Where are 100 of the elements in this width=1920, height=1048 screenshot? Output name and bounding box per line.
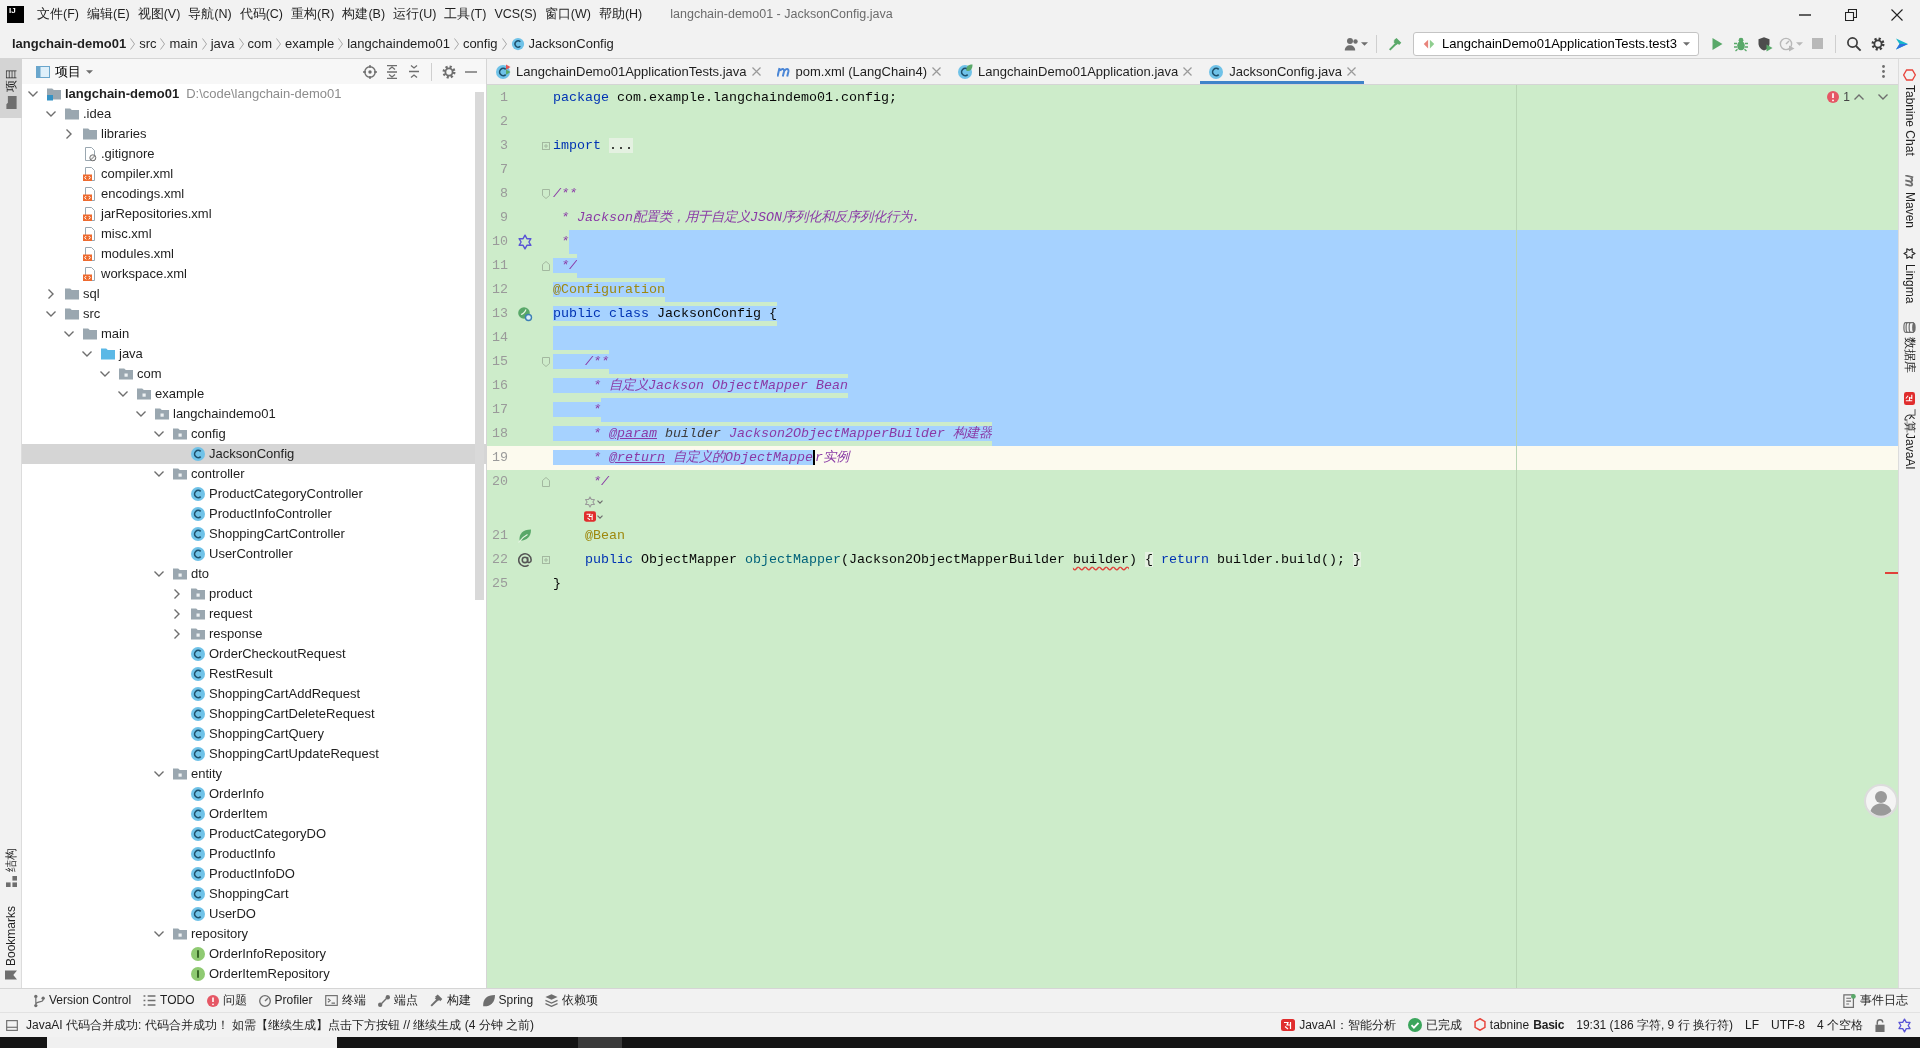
tree-item[interactable]: langchain-demo01 D:\code\langchain-demo01 [22, 84, 486, 104]
tree-item[interactable]: repository [22, 924, 486, 944]
tree-item[interactable]: ShoppingCartUpdateRequest [22, 744, 486, 764]
at-sign-icon[interactable] [518, 553, 532, 567]
status-item[interactable]: 19:31 (186 字符, 9 行 换行符) [1576, 1017, 1733, 1033]
tree-item[interactable]: OrderInfoRepository [22, 944, 486, 964]
tool-window-button[interactable]: TODO [137, 989, 201, 1012]
lock-icon[interactable] [1875, 1018, 1885, 1032]
menu-item[interactable]: 文件(F) [33, 3, 83, 26]
breadcrumb-item[interactable]: com [243, 35, 277, 52]
chevron-down-icon[interactable] [1878, 94, 1888, 101]
breadcrumb-item[interactable]: java [206, 35, 239, 52]
menu-item[interactable]: 导航(N) [184, 3, 236, 26]
tree-item[interactable]: jarRepositories.xml [22, 204, 486, 224]
tree-item[interactable]: ProductInfoController [22, 504, 486, 524]
menu-item[interactable]: VCS(S) [490, 3, 541, 26]
status-item[interactable]: 已完成 [1407, 1017, 1462, 1033]
tree-item[interactable]: ShoppingCartDeleteRequest [22, 704, 486, 724]
tree-item[interactable]: ShoppingCartAddRequest [22, 684, 486, 704]
tree-item[interactable]: .gitignore [22, 144, 486, 164]
breadcrumb-item[interactable]: src [135, 35, 161, 52]
tool-window-button[interactable]: Tabnine Chat [1899, 65, 1920, 160]
tree-item[interactable]: dto [22, 564, 486, 584]
editor-tab[interactable]: JacksonConfig.java [1200, 59, 1364, 84]
menu-item[interactable]: 代码(C) [235, 3, 288, 26]
tool-window-button[interactable]: Version Control [28, 989, 138, 1012]
tree-item[interactable]: config [22, 424, 486, 444]
tool-window-button[interactable]: Maven [1899, 171, 1920, 233]
menu-item[interactable]: 工具(T) [440, 3, 491, 26]
tool-window-button[interactable]: 依赖项 [539, 989, 605, 1012]
tool-window-button[interactable]: Lingma [1899, 243, 1920, 308]
avatar-icon[interactable] [1864, 784, 1898, 818]
tree-item[interactable]: .idea [22, 104, 486, 124]
tree-item[interactable]: src [22, 304, 486, 324]
tool-window-button[interactable]: 构建 [423, 989, 477, 1012]
tool-window-button[interactable]: Bookmarks [0, 901, 22, 984]
menu-item[interactable]: 视图(V) [133, 3, 185, 26]
tool-window-button[interactable]: 项目 [0, 59, 22, 118]
tree-item[interactable]: compiler.xml [22, 164, 486, 184]
run-config-dropdown[interactable]: LangchainDemo01ApplicationTests.test3 [1413, 31, 1699, 56]
tree-item[interactable]: sql [22, 284, 486, 304]
tree-item[interactable]: example [22, 384, 486, 404]
status-item[interactable]: JavaAI：智能分析 [1281, 1017, 1396, 1033]
tree-item[interactable]: RestResult [22, 664, 486, 684]
caret-down-icon[interactable] [597, 514, 603, 519]
editor-tab[interactable]: pom.xml (LangChain4) [768, 59, 950, 84]
logo-icon[interactable] [584, 511, 596, 522]
error-count[interactable]: 1 [1843, 90, 1850, 105]
tool-window-button[interactable]: Profiler [252, 989, 319, 1012]
tree-item[interactable]: workspace.xml [22, 264, 486, 284]
tool-window-button[interactable]: 结构 [0, 844, 22, 891]
tree-item[interactable]: ShoppingCartController [22, 524, 486, 544]
tree-item[interactable]: UserDO [22, 904, 486, 924]
menu-item[interactable]: 重构(R) [287, 3, 339, 26]
status-message[interactable]: JavaAI 代码合并成功: 代码合并成功！ 如需【继续生成】点击下方按钮 // 继续生成 (4 分钟 之前) [26, 1017, 535, 1033]
breadcrumb-item[interactable]: main [165, 35, 202, 52]
status-item[interactable]: UTF-8 [1771, 1017, 1805, 1033]
tree-item[interactable]: langchaindemo01 [22, 404, 486, 424]
leaf-icon[interactable] [518, 529, 532, 543]
menu-item[interactable]: 编辑(E) [82, 3, 134, 26]
status-item[interactable]: LF [1744, 1017, 1759, 1033]
breadcrumb-item[interactable]: langchain-demo01 [8, 35, 131, 52]
tree-item[interactable]: response [22, 624, 486, 644]
tree-item[interactable]: encodings.xml [22, 184, 486, 204]
tree-item[interactable]: misc.xml [22, 224, 486, 244]
close-icon[interactable] [751, 67, 761, 76]
tool-window-button[interactable]: 端点 [371, 989, 424, 1012]
tree-item[interactable]: ProductInfoDO [22, 864, 486, 884]
tree-item[interactable]: OrderItem [22, 804, 486, 824]
menu-item[interactable]: 运行(U) [389, 3, 441, 26]
plan-label[interactable]: Basic [1533, 1017, 1565, 1033]
editor-tab[interactable]: LangchainDemo01ApplicationTests.java [487, 59, 769, 84]
tool-window-button[interactable]: 事件日志 [1837, 989, 1914, 1012]
tree-item[interactable]: JacksonConfig [22, 444, 486, 464]
tree-item[interactable]: libraries [22, 124, 486, 144]
tree-item[interactable]: ShoppingCartQuery [22, 724, 486, 744]
tree-item[interactable]: ProductCategoryController [22, 484, 486, 504]
menu-item[interactable]: 构建(B) [338, 3, 390, 26]
caret-down-icon[interactable] [597, 499, 603, 504]
tool-window-button[interactable]: 终端 [318, 989, 372, 1012]
bean-icon[interactable] [517, 306, 533, 322]
tree-item[interactable]: entity [22, 764, 486, 784]
star-icon[interactable] [517, 234, 533, 250]
close-icon[interactable] [932, 67, 942, 76]
star-icon[interactable] [584, 495, 596, 508]
tree-item[interactable]: com [22, 364, 486, 384]
tool-window-button[interactable]: Spring [476, 989, 540, 1012]
tree-item[interactable]: OrderItemRepository [22, 964, 486, 984]
star-icon[interactable] [1897, 1017, 1912, 1033]
tree-item[interactable]: controller [22, 464, 486, 484]
tree-item[interactable]: ShoppingCart [22, 884, 486, 904]
status-item[interactable]: 4 个空格 [1817, 1017, 1863, 1033]
editor-tab[interactable]: LangchainDemo01Application.java [949, 59, 1201, 84]
brand-name[interactable]: tabnine [1489, 1017, 1530, 1033]
tree-item[interactable]: UserController [22, 544, 486, 564]
tree-item[interactable]: product [22, 584, 486, 604]
close-icon[interactable] [1183, 67, 1193, 76]
tree-item[interactable]: java [22, 344, 486, 364]
menu-item[interactable]: 帮助(H) [594, 3, 647, 26]
breadcrumb-item[interactable]: langchaindemo01 [343, 35, 454, 52]
